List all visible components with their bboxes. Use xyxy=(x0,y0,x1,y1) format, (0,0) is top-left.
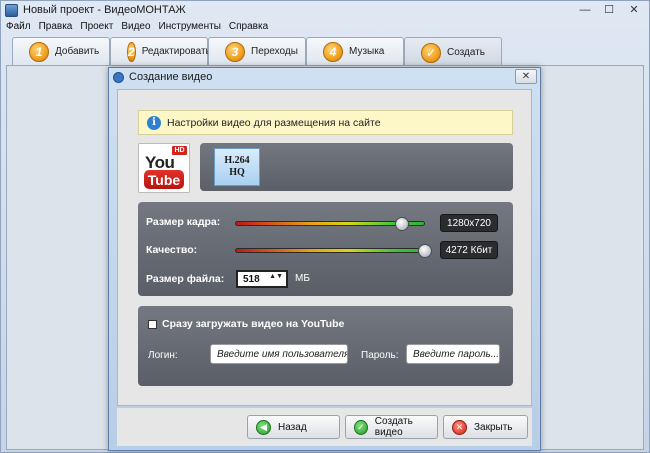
close-button[interactable]: ✕ Закрыть xyxy=(443,415,528,439)
title-bar: Новый проект - ВидеоМОНТАЖ — ☐ ✕ xyxy=(1,1,649,19)
step-4-icon: 4 xyxy=(323,41,343,62)
tab-create[interactable]: ✓ Создать xyxy=(404,37,502,67)
format-panel: H.264 HQ xyxy=(200,143,513,191)
tab-label: Переходы xyxy=(251,46,298,57)
create-video-button[interactable]: ✓ Создать видео xyxy=(345,415,438,439)
menu-help[interactable]: Справка xyxy=(229,21,268,32)
dialog-body: i Настройки видео для размещения на сайт… xyxy=(117,89,532,406)
dialog-close-button[interactable]: ✕ xyxy=(515,69,537,84)
dialog-footer: ◀ Назад ✓ Создать видео ✕ Закрыть xyxy=(117,408,532,446)
step-2-icon: 2 xyxy=(127,41,136,62)
upload-youtube-label: Сразу загружать видео на YouTube xyxy=(162,318,345,330)
upload-youtube-checkbox[interactable] xyxy=(148,320,157,329)
format-option-h264-hq[interactable]: H.264 HQ xyxy=(214,148,260,186)
info-bar: i Настройки видео для размещения на сайт… xyxy=(138,110,513,135)
quality-label: Качество: xyxy=(146,244,198,256)
close-icon: ✕ xyxy=(452,419,467,435)
checkmark-icon: ✓ xyxy=(354,419,368,435)
file-size-value: 518 xyxy=(243,273,260,285)
menu-project[interactable]: Проект xyxy=(80,21,113,32)
menu-file[interactable]: Файл xyxy=(6,21,31,32)
back-arrow-icon: ◀ xyxy=(256,419,271,435)
upload-panel: Сразу загружать видео на YouTube Логин: … xyxy=(138,306,513,386)
step-tabs: 1 Добавить 2 Редактировать 3 Переходы 4 … xyxy=(12,37,502,67)
menu-bar: Файл Правка Проект Видео Инструменты Спр… xyxy=(1,19,649,34)
create-video-button-label: Создать видео xyxy=(374,416,413,438)
dialog-title-bar: Создание видео ✕ xyxy=(109,68,540,86)
tab-transitions[interactable]: 3 Переходы xyxy=(208,37,306,65)
file-size-stepper[interactable]: 518 ▲▼ xyxy=(236,270,288,288)
frame-size-value: 1280x720 xyxy=(440,214,498,232)
checkmark-icon: ✓ xyxy=(421,42,441,63)
dialog-app-icon xyxy=(113,71,124,83)
tab-label: Добавить xyxy=(55,46,100,57)
frame-size-label: Размер кадра: xyxy=(146,216,221,228)
hd-badge: HD xyxy=(172,146,187,155)
tab-add[interactable]: 1 Добавить xyxy=(12,37,110,65)
password-label: Пароль: xyxy=(361,350,399,361)
maximize-button[interactable]: ☐ xyxy=(597,1,621,18)
app-icon xyxy=(5,3,18,17)
spin-arrows-icon[interactable]: ▲▼ xyxy=(269,273,283,280)
frame-size-slider-handle[interactable] xyxy=(395,217,410,231)
step-1-icon: 1 xyxy=(29,41,49,62)
file-size-label: Размер файла: xyxy=(146,273,225,285)
login-input[interactable] xyxy=(210,344,348,364)
tab-music[interactable]: 4 Музыка xyxy=(306,37,404,65)
info-icon: i xyxy=(147,115,161,130)
tab-label: Создать xyxy=(447,47,486,58)
menu-tools[interactable]: Инструменты xyxy=(159,21,221,32)
tab-label: Музыка xyxy=(349,46,385,57)
dialog-title: Создание видео xyxy=(129,71,213,83)
minimize-button[interactable]: — xyxy=(573,1,597,18)
window-title: Новый проект - ВидеоМОНТАЖ xyxy=(23,4,186,16)
back-button-label: Назад xyxy=(278,421,307,433)
format-codec: H.264 xyxy=(224,155,250,166)
youtube-logo: You Tube HD xyxy=(138,143,190,193)
quality-value: 4272 Кбит xyxy=(440,241,498,259)
menu-video[interactable]: Видео xyxy=(121,21,150,32)
settings-panel: Размер кадра: 1280x720 Качество: 4272 Кб… xyxy=(138,202,513,296)
close-button-label: Закрыть xyxy=(474,421,513,433)
back-button[interactable]: ◀ Назад xyxy=(247,415,340,439)
tab-label: Редактировать xyxy=(141,46,211,57)
step-3-icon: 3 xyxy=(225,41,245,62)
format-quality: HQ xyxy=(229,167,245,178)
info-text: Настройки видео для размещения на сайте xyxy=(167,116,381,129)
quality-slider-handle[interactable] xyxy=(418,244,432,258)
login-label: Логин: xyxy=(148,350,178,361)
tab-edit[interactable]: 2 Редактировать xyxy=(110,37,211,65)
quality-slider[interactable] xyxy=(235,248,425,253)
youtube-logo-tube: Tube xyxy=(144,170,184,189)
close-window-button[interactable]: ✕ xyxy=(621,1,647,18)
file-size-unit: МБ xyxy=(295,273,310,284)
menu-edit[interactable]: Правка xyxy=(39,21,73,32)
create-video-dialog: Создание видео ✕ i Настройки видео для р… xyxy=(108,67,541,451)
password-input[interactable] xyxy=(406,344,500,364)
